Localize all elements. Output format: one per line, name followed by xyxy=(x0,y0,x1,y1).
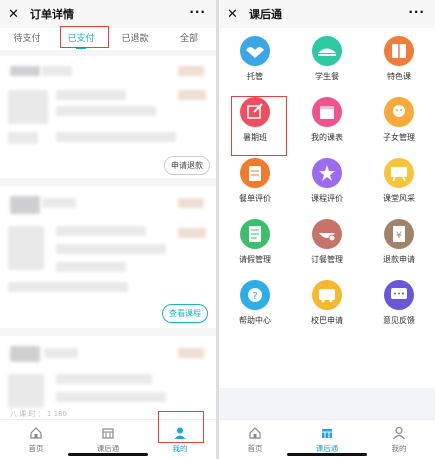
building-icon xyxy=(320,426,334,440)
service-item[interactable]: 托管 xyxy=(219,36,291,82)
service-label: 我的课表 xyxy=(311,133,343,142)
service-label: 校巴申请 xyxy=(311,316,343,325)
highlight-box xyxy=(231,96,287,156)
service-item[interactable]: 课程评价 xyxy=(291,158,363,204)
refund-icon: ¥ xyxy=(384,219,414,249)
service-label: 订餐管理 xyxy=(311,255,343,264)
partial-text: 八 课 时 ： 1 180 xyxy=(10,410,67,418)
service-label: 课程评价 xyxy=(311,194,343,203)
service-item[interactable]: 请假管理 xyxy=(219,219,291,265)
bowl-icon xyxy=(312,219,342,249)
service-item[interactable]: 意见反馈 xyxy=(363,280,435,326)
home-icon xyxy=(248,426,262,440)
family-icon xyxy=(384,97,414,127)
nav-label: 课后通 xyxy=(96,443,120,453)
nav-home[interactable]: 首页 xyxy=(219,420,291,459)
page-title: 订单详情 xyxy=(30,8,74,21)
service-label: 请假管理 xyxy=(239,255,271,264)
svg-text:¥: ¥ xyxy=(396,231,402,241)
board-icon xyxy=(384,158,414,188)
building-icon xyxy=(101,426,115,440)
service-label: 子女管理 xyxy=(383,133,415,142)
svg-text:?: ? xyxy=(252,291,257,302)
home-indicator xyxy=(68,453,148,456)
title-bar: ✕ 订单详情 ··· xyxy=(0,0,216,28)
service-label: 退款申请 xyxy=(383,255,415,264)
title-bar: ✕ 课后通 ··· xyxy=(219,0,435,28)
close-icon[interactable]: ✕ xyxy=(227,7,241,22)
more-icon[interactable]: ··· xyxy=(408,5,425,19)
nav-label: 我的 xyxy=(172,443,188,453)
order-card: 申请退款 xyxy=(0,56,216,178)
nav-home[interactable]: 首页 xyxy=(0,420,72,459)
tab-all[interactable]: 全部 xyxy=(162,28,216,50)
order-detail-screen: ✕ 订单详情 ··· 待支付 已支付 已退款 全部 申请退款 查看课程 八 课 … xyxy=(0,0,216,459)
service-label: 托管 xyxy=(247,72,263,81)
star-icon xyxy=(312,158,342,188)
tab-refunded[interactable]: 已退款 xyxy=(108,28,162,50)
nav-label: 课后通 xyxy=(315,443,339,453)
service-label: 餐单评价 xyxy=(239,194,271,203)
nav-label: 首页 xyxy=(247,443,263,453)
service-item[interactable]: 课堂风采 xyxy=(363,158,435,204)
question-icon: ? xyxy=(240,280,270,310)
home-icon xyxy=(29,426,43,440)
service-item[interactable]: 子女管理 xyxy=(363,97,435,143)
user-icon xyxy=(392,426,406,440)
service-label: 意见反馈 xyxy=(383,316,415,325)
nav-label: 首页 xyxy=(28,443,44,453)
service-item[interactable]: 学生餐 xyxy=(291,36,363,82)
highlight-box xyxy=(60,26,109,48)
service-item[interactable]: 特色课 xyxy=(363,36,435,82)
service-item[interactable]: ? 帮助中心 xyxy=(219,280,291,326)
service-label: 课堂风采 xyxy=(383,194,415,203)
service-item[interactable]: 订餐管理 xyxy=(291,219,363,265)
service-label: 学生餐 xyxy=(315,72,339,81)
service-label: 特色课 xyxy=(387,72,411,81)
tab-pending[interactable]: 待支付 xyxy=(0,28,54,50)
close-icon[interactable]: ✕ xyxy=(8,7,22,22)
document-icon xyxy=(240,219,270,249)
clipboard-icon xyxy=(240,158,270,188)
calendar-icon xyxy=(312,97,342,127)
nav-label: 我的 xyxy=(391,443,407,453)
view-course-button[interactable]: 查看课程 xyxy=(162,304,208,323)
book-icon xyxy=(384,36,414,66)
hands-heart-icon xyxy=(240,36,270,66)
order-card: 查看课程 xyxy=(0,186,216,328)
afterschool-screen: ✕ 课后通 ··· 托管 学生餐 特色课 暑期班 我的课表 子女管理 餐单评价 课程评价 课堂风… xyxy=(219,0,435,459)
nav-mine[interactable]: 我的 xyxy=(363,420,435,459)
service-item[interactable]: 校巴申请 xyxy=(291,280,363,326)
service-item[interactable]: ¥ 退款申请 xyxy=(363,219,435,265)
page-title: 课后通 xyxy=(249,8,282,21)
chat-icon xyxy=(384,280,414,310)
service-item[interactable]: 餐单评价 xyxy=(219,158,291,204)
bus-icon xyxy=(312,280,342,310)
home-indicator xyxy=(287,453,367,456)
service-label: 帮助中心 xyxy=(239,316,271,325)
meal-icon xyxy=(312,36,342,66)
more-icon[interactable]: ··· xyxy=(189,5,206,19)
refund-button[interactable]: 申请退款 xyxy=(164,156,210,175)
service-grid: 托管 学生餐 特色课 暑期班 我的课表 子女管理 餐单评价 课程评价 课堂风采 请假管理 订餐管理 ¥… xyxy=(219,36,435,326)
highlight-box xyxy=(158,411,204,443)
service-item[interactable]: 我的课表 xyxy=(291,97,363,143)
